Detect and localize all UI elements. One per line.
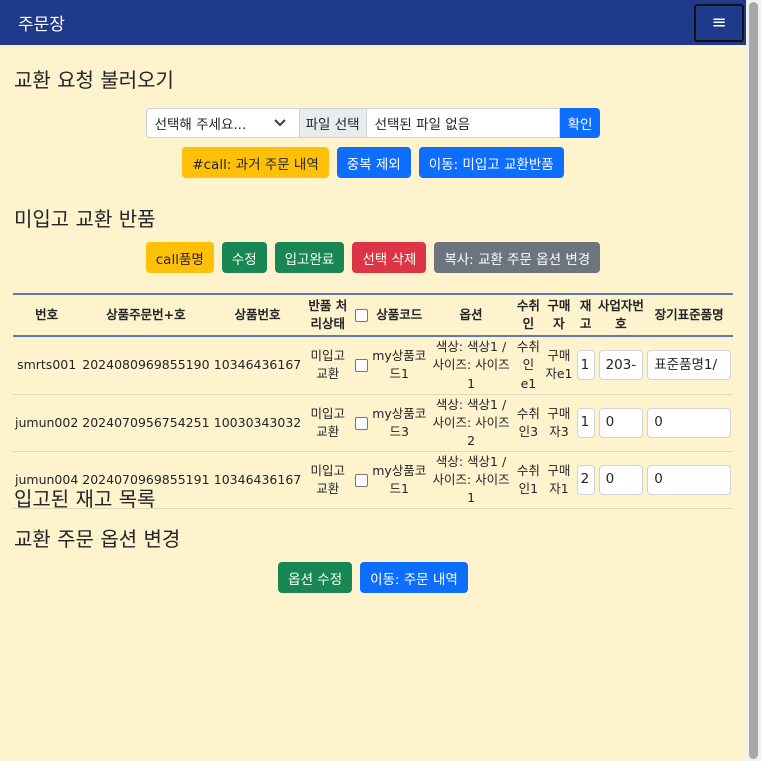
section-title-exchange-request: 교환 요청 불러오기: [14, 68, 174, 92]
cell-receiver: 수취인1: [516, 463, 540, 497]
select-all-checkbox[interactable]: [354, 309, 368, 323]
cell-stock: 2: [575, 452, 597, 509]
cell-product-no: 10030343032: [213, 414, 302, 430]
stock-input[interactable]: 1: [576, 350, 595, 381]
th-status: 반품 처리상태: [308, 298, 348, 332]
chevron-down-icon: [273, 119, 286, 127]
unreceived-table: 번호 상품주문번+호 상품번호 반품 처리상태 상품코드 옵션 수취인 구매자 …: [13, 293, 733, 509]
cell-buyer: 구매자3: [547, 405, 571, 439]
call-past-orders-button[interactable]: #call: 과거 주문 내역: [182, 147, 329, 178]
cell-std-name: 0: [645, 394, 733, 451]
section4-button-row: 옵션 수정 이동: 주문 내역: [0, 562, 746, 593]
exclude-duplicates-button[interactable]: 중복 제외: [336, 147, 411, 178]
section-title-option-change: 교환 주문 옵션 변경: [14, 527, 181, 551]
std-name-input[interactable]: 0: [647, 465, 731, 496]
call-product-name-button[interactable]: call품명: [145, 242, 214, 273]
edit-option-button[interactable]: 옵션 수정: [278, 562, 353, 593]
file-choose-button[interactable]: 파일 선택: [299, 108, 367, 138]
delete-selected-button[interactable]: 선택 삭제: [352, 242, 427, 273]
edit-button[interactable]: 수정: [221, 242, 267, 273]
stock-input[interactable]: 1: [576, 407, 595, 438]
cell-order-no: 2024080969855190: [82, 357, 210, 373]
th-std-name: 장기표준품명: [654, 307, 724, 323]
cell-status: 미입고 교환: [310, 405, 346, 439]
section-title-received-stock: 입고된 재고 목록: [14, 487, 156, 511]
file-name-display: 선택된 파일 없음: [366, 108, 560, 138]
cell-status: 미입고 교환: [310, 348, 346, 382]
source-select[interactable]: 선택해 주세요...: [145, 108, 300, 138]
section2-button-row: call품명 수정 입고완료 선택 삭제 복사: 교환 주문 옵션 변경: [0, 242, 746, 273]
stock-input[interactable]: 2: [576, 465, 595, 496]
row-checkbox[interactable]: [354, 474, 368, 488]
cell-status: 미입고 교환: [310, 463, 346, 497]
scrollbar[interactable]: [746, 0, 761, 761]
cell-code: my상품코드1: [372, 348, 427, 382]
table-header-row: 번호 상품주문번+호 상품번호 반품 처리상태 상품코드 옵션 수취인 구매자 …: [13, 294, 733, 337]
cell-stock: 1: [575, 336, 597, 394]
cell-buyer: 구매자1: [547, 463, 571, 497]
th-receiver: 수취인: [516, 298, 540, 332]
hamburger-icon: ≡: [711, 12, 727, 33]
row-checkbox[interactable]: [354, 416, 368, 430]
cell-option: 색상: 색상1 / 사이즈: 사이즈2: [432, 396, 510, 448]
cell-buyer: 구매자e1: [545, 348, 573, 382]
copy-to-option-change-button[interactable]: 복사: 교환 주문 옵션 변경: [434, 242, 601, 273]
file-upload-row: 선택해 주세요... 파일 선택 선택된 파일 없음 확인: [0, 108, 746, 138]
receive-complete-button[interactable]: 입고완료: [274, 242, 345, 273]
cell-option: 색상: 색상1 / 사이즈: 사이즈1: [432, 339, 510, 391]
section-title-unreceived: 미입고 교환 반품: [14, 207, 156, 231]
th-product-no: 상품번호: [234, 307, 281, 323]
cell-no: jumun002: [15, 414, 79, 430]
cell-product-no: 10346436167: [213, 472, 302, 488]
source-select-value: 선택해 주세요...: [154, 117, 247, 133]
th-no: 번호: [35, 307, 59, 323]
th-option: 옵션: [459, 307, 483, 323]
cell-product-no: 10346436167: [213, 357, 302, 373]
section1-button-row: #call: 과거 주문 내역 중복 제외 이동: 미입고 교환반품: [0, 147, 746, 178]
biz-no-input[interactable]: 0: [598, 465, 644, 496]
cell-std-name: 0: [645, 452, 733, 509]
menu-toggle-button[interactable]: ≡: [694, 3, 744, 42]
table-row: smrts001 2024080969855190 10346436167 미입…: [13, 336, 733, 395]
th-order-no: 상품주문번+호: [106, 307, 186, 323]
th-stock: 재고: [579, 298, 592, 332]
scrollbar-thumb[interactable]: [749, 2, 758, 759]
file-input-group: 선택해 주세요... 파일 선택 선택된 파일 없음 확인: [145, 108, 601, 138]
cell-checkbox: [352, 336, 370, 394]
navbar-brand[interactable]: 주문장: [18, 10, 65, 35]
cell-biz-no: 0: [597, 452, 646, 509]
std-name-input[interactable]: 0: [647, 407, 731, 438]
cell-code: my상품코드3: [372, 405, 427, 439]
std-name-input[interactable]: 표준품명1/: [647, 350, 731, 381]
cell-checkbox: [352, 394, 370, 451]
cell-code: my상품코드1: [372, 463, 427, 497]
th-code: 상품코드: [376, 307, 423, 323]
cell-stock: 1: [575, 394, 597, 451]
goto-unreceived-button[interactable]: 이동: 미입고 교환반품: [418, 147, 564, 178]
cell-option: 색상: 색상1 / 사이즈: 사이즈1: [432, 454, 510, 506]
cell-std-name: 표준품명1/: [645, 336, 733, 394]
table-row: jumun002 2024070956754251 10030343032 미입…: [13, 394, 733, 452]
biz-no-input[interactable]: 203-: [598, 350, 644, 381]
cell-receiver: 수취인e1: [516, 339, 540, 391]
cell-no: smrts001: [17, 357, 77, 373]
biz-no-input[interactable]: 0: [598, 407, 644, 438]
cell-order-no: 2024070956754251: [82, 414, 210, 430]
cell-receiver: 수취인3: [516, 405, 540, 439]
th-select-all: [352, 294, 370, 336]
th-biz-no: 사업자번호: [597, 298, 644, 332]
cell-biz-no: 0: [597, 394, 646, 451]
th-buyer: 구매자: [547, 298, 571, 332]
navbar: 주문장 ≡: [0, 0, 746, 45]
confirm-button[interactable]: 확인: [559, 108, 601, 138]
cell-checkbox: [352, 452, 370, 509]
goto-order-list-button[interactable]: 이동: 주문 내역: [360, 562, 468, 593]
cell-biz-no: 203-: [597, 336, 646, 394]
row-checkbox[interactable]: [354, 359, 368, 373]
